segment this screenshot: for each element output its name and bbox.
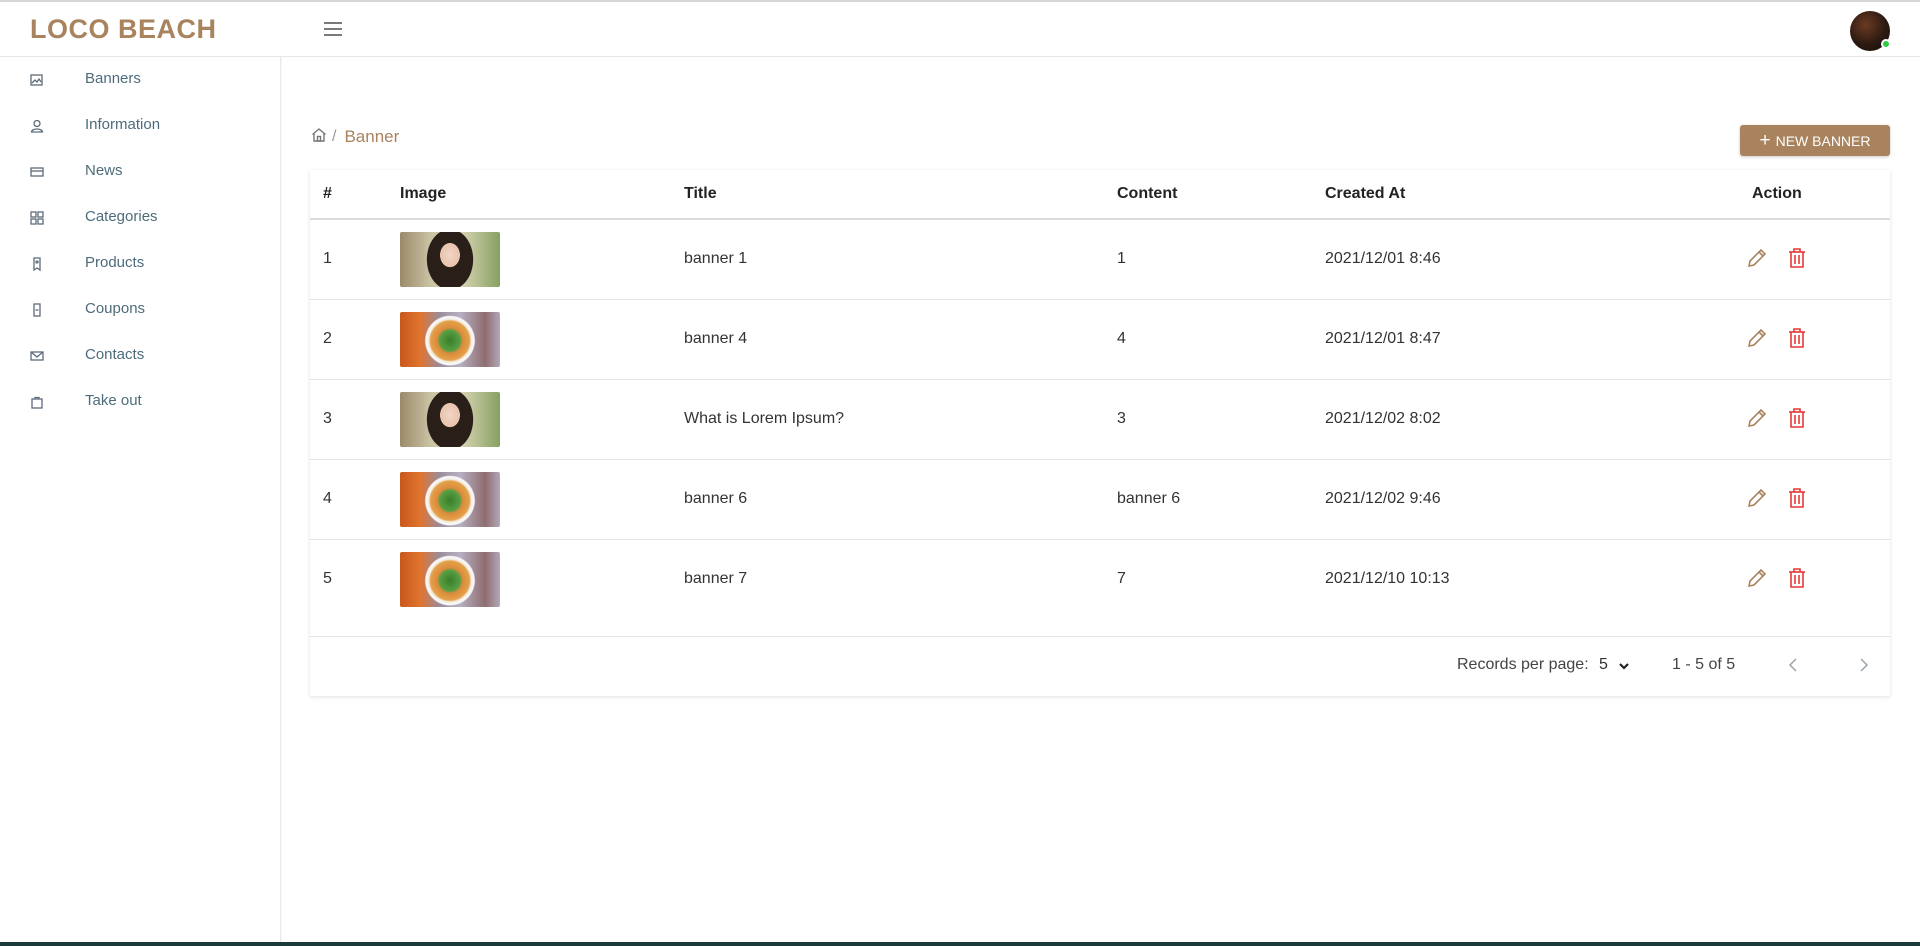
- records-per-page-value: 5: [1599, 656, 1608, 673]
- new-banner-button[interactable]: + NEW BANNER: [1740, 125, 1890, 156]
- column-header-created-at: Created At: [1325, 185, 1406, 202]
- plus-icon: +: [1759, 130, 1771, 151]
- row-title: banner 6: [684, 490, 748, 507]
- sidebar: Banners Information News Categories Prod…: [0, 57, 281, 946]
- pencil-icon[interactable]: [1745, 246, 1769, 270]
- banner-thumbnail: [400, 392, 500, 447]
- online-status-indicator: [1881, 39, 1891, 49]
- trash-icon[interactable]: [1785, 486, 1809, 510]
- pencil-icon[interactable]: [1745, 486, 1769, 510]
- trash-icon[interactable]: [1785, 326, 1809, 350]
- top-bar: LOCO BEACH: [0, 0, 1920, 57]
- banner-table-card: # Image Title Content Created At Action …: [310, 170, 1890, 696]
- ticket-icon: [29, 302, 45, 318]
- next-page-icon[interactable]: [1854, 655, 1874, 675]
- sidebar-item-label: Contacts: [85, 346, 145, 363]
- sidebar-item-banners[interactable]: Banners: [0, 59, 281, 99]
- row-content: 4: [1117, 330, 1126, 347]
- user-icon: [29, 118, 45, 134]
- row-content: 1: [1117, 250, 1126, 267]
- card-icon: [29, 164, 45, 180]
- row-created-at: 2021/12/01 8:46: [1325, 250, 1441, 267]
- pencil-icon[interactable]: [1745, 566, 1769, 590]
- row-index: 3: [323, 410, 332, 427]
- previous-page-icon[interactable]: [1783, 655, 1803, 675]
- table-row: 4 banner 6 banner 6 2021/12/02 9:46: [310, 460, 1890, 540]
- trash-icon[interactable]: [1785, 246, 1809, 270]
- column-header-content: Content: [1117, 185, 1178, 202]
- chevron-down-icon: [1618, 659, 1630, 671]
- sidebar-item-label: Take out: [85, 392, 142, 409]
- sidebar-item-label: Coupons: [85, 300, 146, 317]
- sidebar-item-label: Information: [85, 116, 161, 133]
- banner-thumbnail: [400, 472, 500, 527]
- sidebar-item-label: Banners: [85, 70, 141, 87]
- sidebar-item-coupons[interactable]: Coupons: [0, 289, 281, 329]
- sidebar-item-label: News: [85, 162, 123, 179]
- column-header-action: Action: [1752, 185, 1802, 202]
- row-index: 2: [323, 330, 332, 347]
- breadcrumb-current: Banner: [344, 127, 400, 146]
- trash-icon[interactable]: [1785, 406, 1809, 430]
- column-header-title: Title: [684, 185, 717, 202]
- sidebar-item-contacts[interactable]: Contacts: [0, 335, 281, 375]
- table-header: # Image Title Content Created At Action: [310, 170, 1890, 220]
- column-header-index: #: [323, 185, 332, 202]
- sidebar-item-products[interactable]: Products: [0, 243, 281, 283]
- banner-thumbnail: [400, 232, 500, 287]
- brand-logo[interactable]: LOCO BEACH: [30, 14, 217, 45]
- row-index: 1: [323, 250, 332, 267]
- sidebar-item-take-out[interactable]: Take out: [0, 381, 281, 421]
- sidebar-item-label: Products: [85, 254, 145, 271]
- table-pagination: Records per page: 5 1 - 5 of 5: [310, 636, 1890, 696]
- pencil-icon[interactable]: [1745, 326, 1769, 350]
- image-icon: [29, 72, 45, 88]
- table-row: 3 What is Lorem Ipsum? 3 2021/12/02 8:02: [310, 380, 1890, 460]
- sidebar-item-news[interactable]: News: [0, 151, 281, 191]
- records-per-page-select[interactable]: 5: [1599, 656, 1630, 674]
- table-row: 5 banner 7 7 2021/12/10 10:13: [310, 540, 1890, 620]
- column-header-image: Image: [400, 185, 447, 202]
- table-row: 2 banner 4 4 2021/12/01 8:47: [310, 300, 1890, 380]
- row-content: 7: [1117, 570, 1126, 587]
- table-row: 1 banner 1 1 2021/12/01 8:46: [310, 220, 1890, 300]
- bag-icon: [29, 394, 45, 410]
- row-content: 3: [1117, 410, 1126, 427]
- banner-thumbnail: [400, 312, 500, 367]
- pencil-icon[interactable]: [1745, 406, 1769, 430]
- home-icon[interactable]: [310, 126, 328, 149]
- sidebar-item-label: Categories: [85, 208, 158, 225]
- row-content: banner 6: [1117, 490, 1181, 507]
- breadcrumb-separator: /: [332, 128, 337, 145]
- tag-icon: [29, 256, 45, 272]
- row-title: banner 7: [684, 570, 748, 587]
- hamburger-menu-icon[interactable]: [324, 22, 342, 38]
- sidebar-item-information[interactable]: Information: [0, 105, 281, 145]
- sidebar-item-categories[interactable]: Categories: [0, 197, 281, 237]
- row-title: banner 4: [684, 330, 748, 347]
- row-index: 5: [323, 570, 332, 587]
- row-created-at: 2021/12/02 9:46: [1325, 490, 1441, 507]
- new-banner-label: NEW BANNER: [1775, 132, 1871, 149]
- banner-thumbnail: [400, 552, 500, 607]
- row-created-at: 2021/12/01 8:47: [1325, 330, 1441, 347]
- grid-icon: [29, 210, 45, 226]
- records-per-page-label: Records per page:: [1457, 656, 1589, 673]
- row-title: What is Lorem Ipsum?: [684, 410, 845, 427]
- page-range-text: 1 - 5 of 5: [1672, 656, 1736, 673]
- row-index: 4: [323, 490, 332, 507]
- breadcrumb: / Banner: [310, 126, 399, 148]
- row-created-at: 2021/12/10 10:13: [1325, 570, 1450, 587]
- window-bottom-strip: [0, 942, 1920, 946]
- row-title: banner 1: [684, 250, 748, 267]
- trash-icon[interactable]: [1785, 566, 1809, 590]
- row-created-at: 2021/12/02 8:02: [1325, 410, 1441, 427]
- mail-icon: [29, 348, 45, 364]
